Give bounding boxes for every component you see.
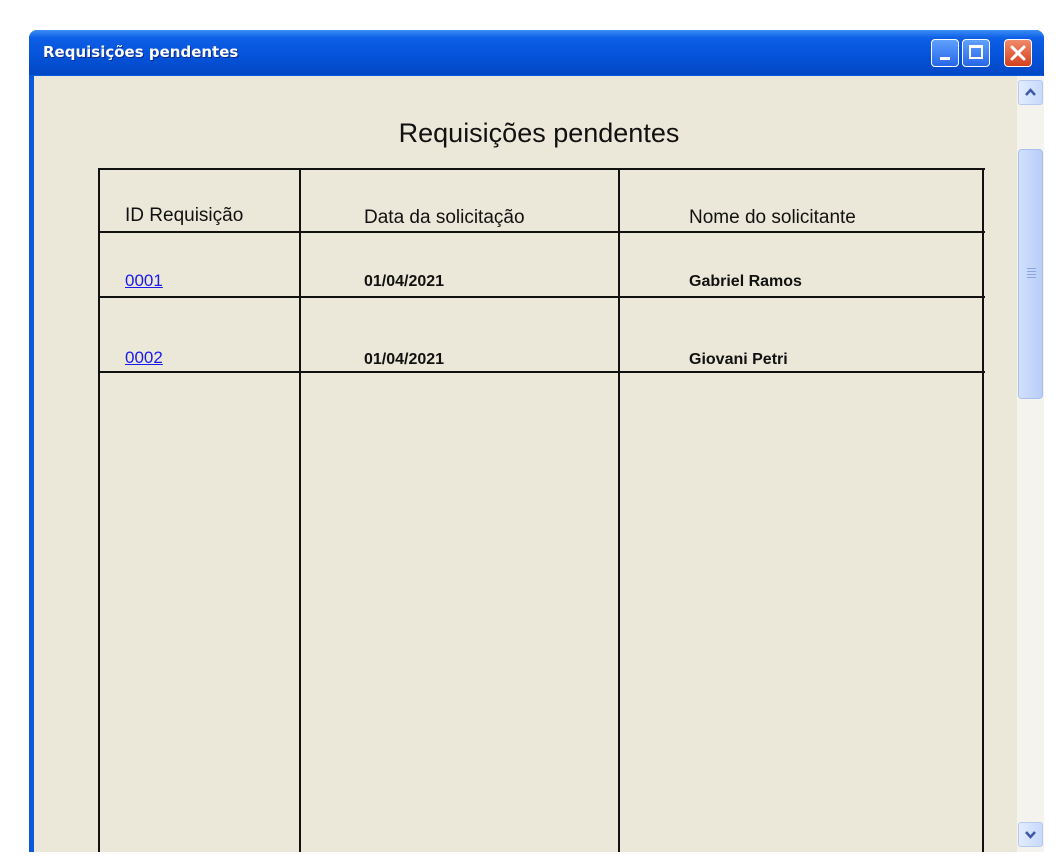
table-column-divider (618, 168, 620, 852)
maximize-button[interactable] (962, 39, 990, 67)
window-content: Requisições pendentes ID Requisição Data… (34, 76, 1017, 852)
title-bar[interactable]: Requisições pendentes (29, 30, 1044, 75)
request-date: 01/04/2021 (364, 351, 445, 368)
column-header-date: Data da solicitação (364, 207, 525, 228)
table-top-border (98, 168, 985, 170)
column-header-id: ID Requisição (125, 205, 244, 226)
requester-name: Gabriel Ramos (689, 273, 802, 290)
maximize-icon (969, 45, 983, 59)
requester-name: Giovani Petri (689, 351, 788, 368)
vertical-scrollbar[interactable] (1017, 76, 1044, 852)
scroll-up-button[interactable] (1018, 80, 1043, 105)
request-id-link[interactable]: 0001 (125, 271, 163, 291)
chevron-up-icon (1025, 88, 1036, 96)
app-window: Requisições pendentes Requisições penden… (29, 30, 1044, 852)
table-header-divider (98, 231, 985, 233)
page-title: Requisições pendentes (398, 118, 680, 148)
table-column-divider (299, 168, 301, 852)
request-date: 01/04/2021 (364, 273, 445, 290)
close-button[interactable] (1004, 39, 1032, 67)
table-row-divider (98, 371, 985, 373)
table-row-divider (98, 296, 985, 298)
window-title: Requisições pendentes (43, 43, 239, 61)
grip-line (1027, 274, 1036, 275)
minimize-icon (940, 57, 950, 60)
scroll-down-button[interactable] (1018, 822, 1043, 847)
scrollbar-thumb[interactable] (1018, 149, 1043, 399)
chevron-down-icon (1025, 831, 1036, 839)
grip-line (1027, 277, 1036, 278)
close-icon (1010, 45, 1026, 61)
grip-line (1027, 271, 1036, 272)
table-left-border (98, 168, 100, 852)
request-id-link[interactable]: 0002 (125, 348, 163, 368)
table-right-border (982, 168, 984, 852)
minimize-button[interactable] (931, 39, 959, 67)
column-header-name: Nome do solicitante (689, 207, 856, 228)
grip-line (1027, 268, 1036, 269)
